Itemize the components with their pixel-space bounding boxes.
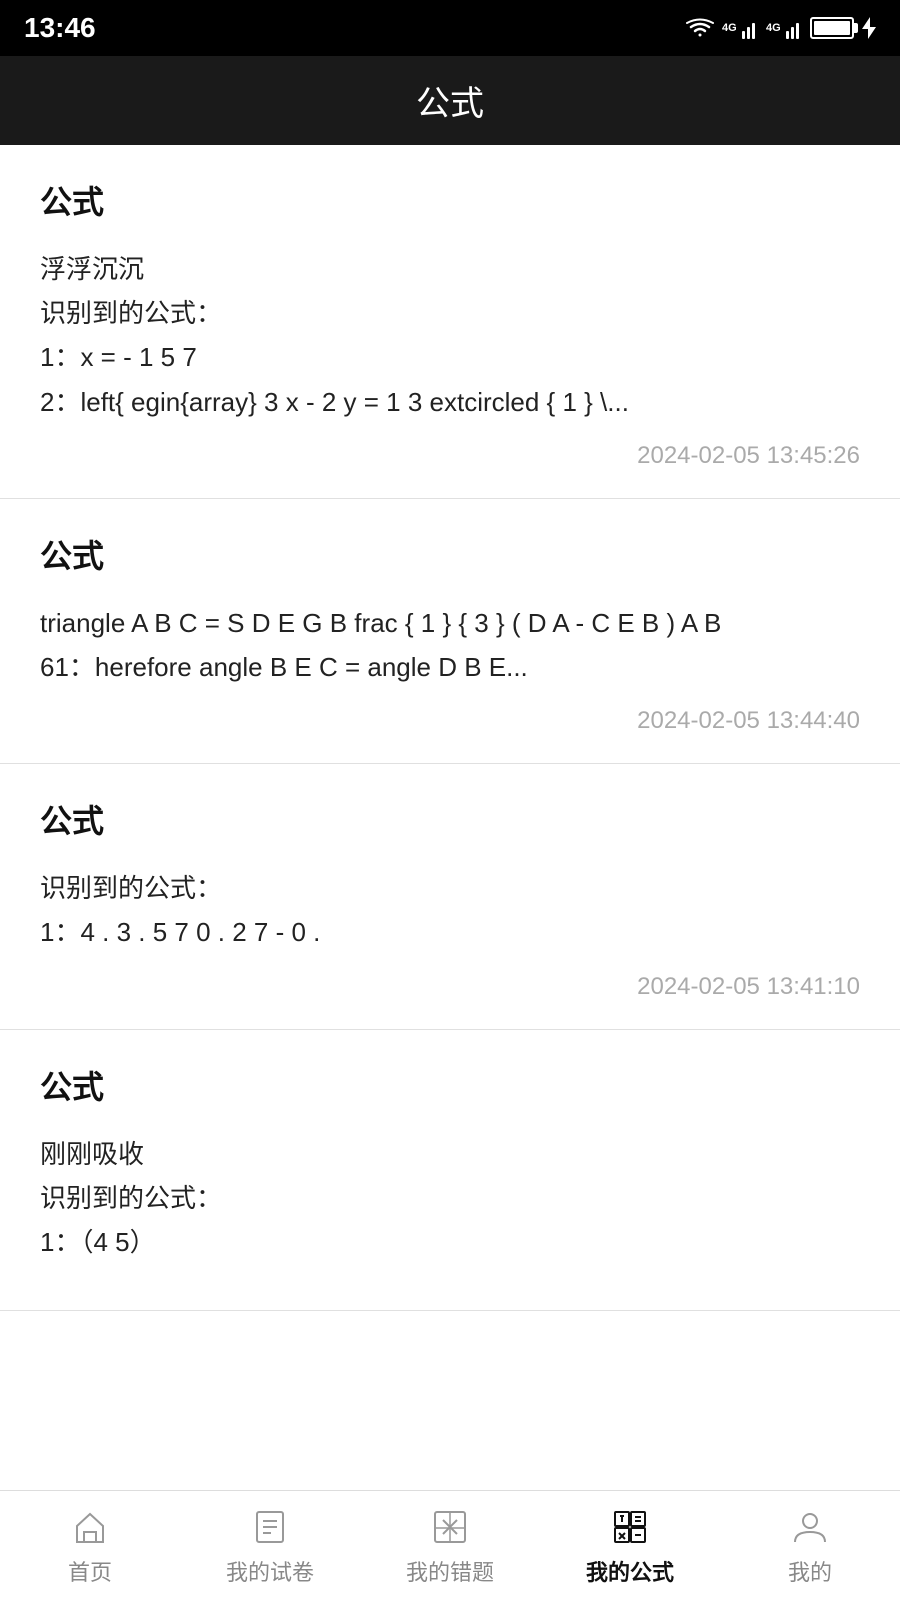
- mine-icon: [788, 1505, 832, 1549]
- header-title: 公式: [416, 85, 484, 123]
- signal2-icon: 4G: [766, 17, 802, 39]
- status-bar: 13:46 4G 4G: [0, 0, 900, 56]
- card-2-title: 公式: [40, 531, 860, 577]
- formula-card-3[interactable]: 公式 识别到的公式： 1：4 . 3 . 5 7 0 . 2 7 - 0 . 2…: [0, 764, 900, 1029]
- home-icon: [68, 1505, 112, 1549]
- battery-icon: [810, 17, 854, 39]
- formula-icon: [608, 1505, 652, 1549]
- formula-card-4[interactable]: 公式 刚刚吸收 识别到的公式： 1：（4 5）: [0, 1030, 900, 1312]
- nav-item-wrong[interactable]: 我的错题: [360, 1491, 540, 1600]
- nav-wrong-label: 我的错题: [406, 1555, 494, 1587]
- nav-item-mine[interactable]: 我的: [720, 1491, 900, 1600]
- signal1-icon: 4G: [722, 17, 758, 39]
- card-2-body: triangle A B C = S D E G B frac { 1 } { …: [40, 601, 860, 689]
- svg-text:4G: 4G: [722, 22, 737, 34]
- nav-item-home[interactable]: 首页: [0, 1491, 180, 1600]
- content-area: 公式 浮浮沉沉 识别到的公式： 1：x = - 1 5 7 2：left{ eg…: [0, 145, 900, 1490]
- bottom-nav: 首页 我的试卷 我的错题: [0, 1490, 900, 1600]
- wifi-icon: [686, 17, 714, 39]
- status-time: 13:46: [24, 12, 96, 44]
- status-icons: 4G 4G: [686, 17, 876, 39]
- nav-mine-label: 我的: [788, 1555, 832, 1587]
- nav-item-exam[interactable]: 我的试卷: [180, 1491, 360, 1600]
- nav-exam-label: 我的试卷: [226, 1555, 314, 1587]
- charging-icon: [862, 17, 876, 39]
- card-4-body: 刚刚吸收 识别到的公式： 1：（4 5）: [40, 1132, 860, 1265]
- exam-icon: [248, 1505, 292, 1549]
- svg-text:4G: 4G: [766, 22, 781, 34]
- card-1-title: 公式: [40, 177, 860, 223]
- card-3-title: 公式: [40, 796, 860, 842]
- formula-card-1[interactable]: 公式 浮浮沉沉 识别到的公式： 1：x = - 1 5 7 2：left{ eg…: [0, 145, 900, 499]
- formula-card-2[interactable]: 公式 triangle A B C = S D E G B frac { 1 }…: [0, 499, 900, 764]
- wrong-icon: [428, 1505, 472, 1549]
- nav-item-formula[interactable]: 我的公式: [540, 1491, 720, 1600]
- card-3-time: 2024-02-05 13:41:10: [40, 973, 860, 1001]
- card-4-title: 公式: [40, 1062, 860, 1108]
- card-3-body: 识别到的公式： 1：4 . 3 . 5 7 0 . 2 7 - 0 .: [40, 866, 860, 954]
- nav-home-label: 首页: [68, 1555, 112, 1587]
- nav-formula-label: 我的公式: [586, 1555, 674, 1587]
- app-header: 公式: [0, 56, 900, 145]
- card-2-time: 2024-02-05 13:44:40: [40, 707, 860, 735]
- card-1-time: 2024-02-05 13:45:26: [40, 442, 860, 470]
- card-1-body: 浮浮沉沉 识别到的公式： 1：x = - 1 5 7 2：left{ egin{…: [40, 247, 860, 424]
